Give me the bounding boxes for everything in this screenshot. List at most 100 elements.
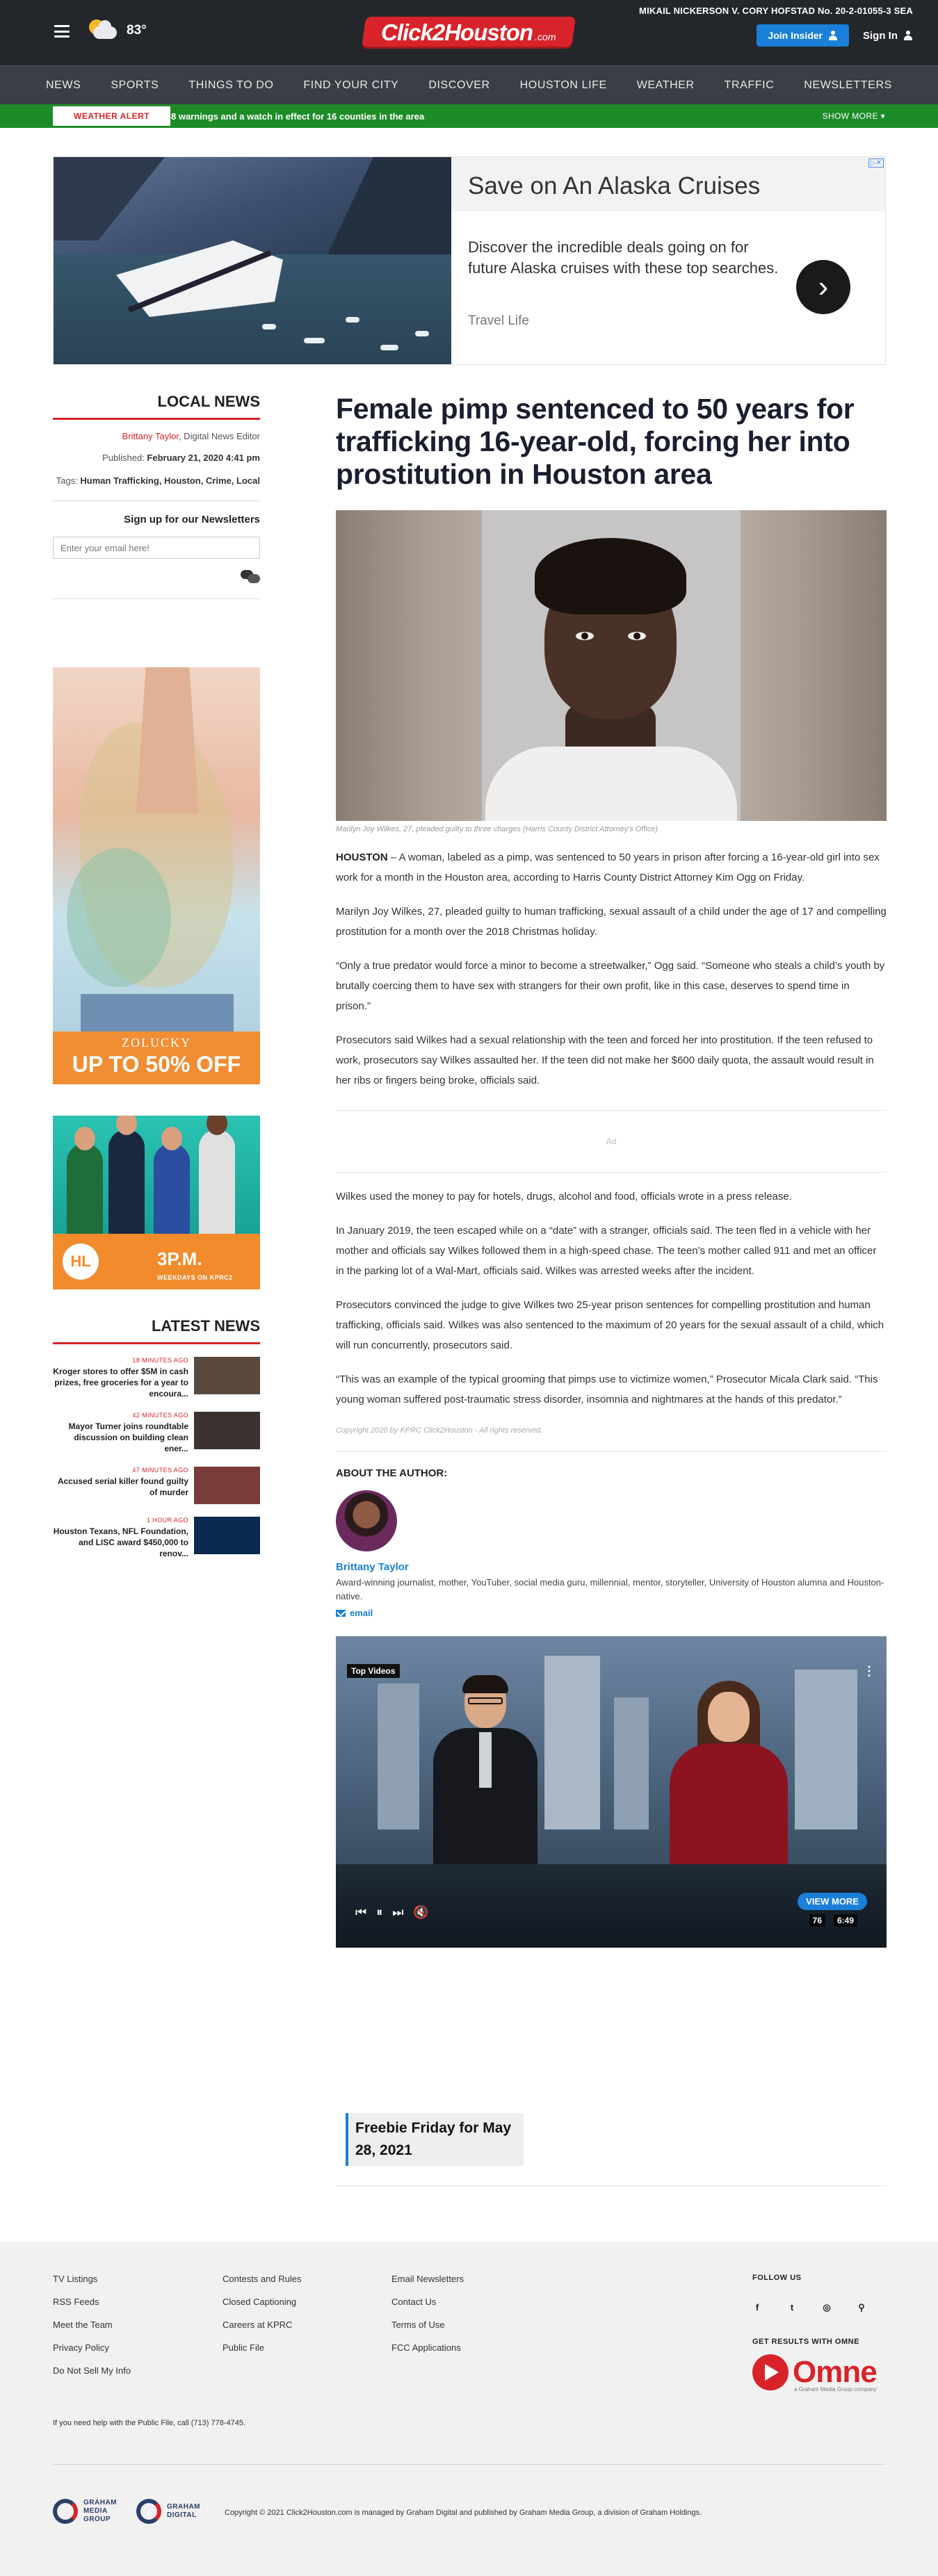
latest-title[interactable]: Kroger stores to offer $5M in cash prize… — [53, 1366, 188, 1399]
latest-time: 18 MINUTES AGO — [132, 1357, 188, 1364]
footer-link[interactable]: Contests and Rules — [223, 2274, 301, 2284]
nav-item-newsletters[interactable]: NEWSLETTERS — [804, 79, 892, 92]
footer-link[interactable]: RSS Feeds — [53, 2297, 131, 2307]
more-options-icon[interactable]: ⋮ — [863, 1664, 875, 1679]
footer-divider — [53, 2464, 886, 2465]
nav-item-find-your-city[interactable]: FIND YOUR CITY — [303, 79, 398, 92]
mail-icon — [336, 1609, 346, 1617]
join-insider-button[interactable]: Join Insider — [757, 24, 849, 47]
author-email-link[interactable]: email — [336, 1608, 887, 1618]
view-more-button[interactable]: VIEW MORE — [798, 1893, 867, 1910]
ad-title[interactable]: Save on An Alaska Cruises — [468, 172, 868, 200]
video-title[interactable]: Freebie Friday for May 28, 2021 — [346, 2113, 524, 2166]
ad-brand-strip: ZOLUCKY UP TO 50% OFF — [53, 1032, 260, 1084]
site-logo[interactable]: Click2Houston .com — [361, 17, 576, 49]
newsletter-signup-label: Sign up for our Newsletters — [124, 514, 260, 525]
latest-time: 47 MINUTES AGO — [132, 1467, 188, 1474]
footer-link[interactable]: Contact Us — [391, 2297, 464, 2307]
top-videos-label: Top Videos — [347, 1664, 400, 1678]
latest-time: 1 HOUR AGO — [146, 1517, 188, 1524]
ad-airtime-sub: WEEKDAYS ON KPRC2 — [157, 1274, 233, 1281]
weather-widget[interactable]: 83° — [86, 18, 147, 43]
latest-thumbnail[interactable] — [194, 1412, 260, 1449]
omne-wordmark: Omne — [793, 2355, 878, 2389]
latest-news-item[interactable]: 42 MINUTES AGO Mayor Turner joins roundt… — [53, 1412, 260, 1454]
breaking-ticker[interactable]: MIKAIL NICKERSON V. CORY HOFSTAD No. 20-… — [639, 6, 913, 16]
facebook-icon[interactable]: f — [752, 2303, 762, 2313]
mugshot-photo[interactable] — [336, 510, 887, 821]
footer-link[interactable]: Privacy Policy — [53, 2342, 131, 2353]
nav-item-discover[interactable]: DISCOVER — [428, 79, 490, 92]
latest-thumbnail[interactable] — [194, 1467, 260, 1504]
ad-arrow-button[interactable]: › — [796, 260, 850, 314]
nav-item-sports[interactable]: SPORTS — [111, 79, 159, 92]
author-name-link[interactable]: Brittany Taylor — [336, 1561, 887, 1573]
latest-news-heading[interactable]: LATEST NEWS — [53, 1317, 260, 1344]
footer-link[interactable]: Terms of Use — [391, 2320, 464, 2330]
show-more-button[interactable]: SHOW MORE ▾ — [823, 111, 885, 121]
author-avatar[interactable] — [336, 1490, 397, 1551]
latest-thumbnail[interactable] — [194, 1357, 260, 1394]
latest-news-item[interactable]: 47 MINUTES AGO Accused serial killer fou… — [53, 1467, 260, 1504]
partly-cloudy-icon — [86, 18, 121, 43]
footer-link[interactable]: Public File — [223, 2342, 301, 2353]
latest-news-item[interactable]: 18 MINUTES AGO Kroger stores to offer $5… — [53, 1357, 260, 1399]
article-copyright: Copyright 2020 by KPRC Click2Houston - A… — [336, 1426, 887, 1452]
instagram-icon[interactable]: ◎ — [822, 2303, 832, 2313]
footer-link[interactable]: Meet the Team — [53, 2320, 131, 2330]
tags-value[interactable]: Human Trafficking, Houston, Crime, Local — [80, 475, 260, 486]
graham-digital-logo[interactable]: GRAHAM DIGITAL — [136, 2499, 209, 2524]
paragraph: “Only a true predator would force a mino… — [336, 960, 885, 1012]
nav-item-weather[interactable]: WEATHER — [637, 79, 695, 92]
latest-title[interactable]: Accused serial killer found guilty of mu… — [53, 1476, 188, 1498]
mute-icon[interactable]: 🔇 — [413, 1905, 428, 1920]
nav-item-houston-life[interactable]: HOUSTON LIFE — [520, 79, 607, 92]
adchoices-icon[interactable]: ▷✕ — [868, 158, 884, 168]
omne-play-icon — [752, 2354, 789, 2390]
nav-item-news[interactable]: NEWS — [46, 79, 81, 92]
newsletter-email-input[interactable] — [53, 537, 260, 559]
video-volume: 76 — [809, 1914, 825, 1927]
footer-link[interactable]: Email Newsletters — [391, 2274, 464, 2284]
graham-media-group-logo[interactable]: GRAHAM MEDIA GROUP — [53, 2499, 125, 2524]
footer-link[interactable]: Careers at KPRC — [223, 2320, 301, 2330]
weather-alert-label: WEATHER ALERT — [53, 106, 171, 126]
sign-in-button[interactable]: Sign In — [863, 30, 913, 42]
latest-thumbnail[interactable] — [194, 1517, 260, 1554]
paragraph-text: – A woman, labeled as a pimp, was senten… — [336, 851, 880, 883]
pause-icon[interactable]: ⏸ — [376, 1905, 382, 1920]
footer-link[interactable]: FCC Applications — [391, 2342, 464, 2353]
article-body: HOUSTON – A woman, labeled as a pimp, wa… — [336, 847, 887, 1410]
section-heading[interactable]: LOCAL NEWS — [53, 393, 260, 420]
rss-icon[interactable]: ⚲ — [857, 2303, 866, 2313]
omne-logo[interactable]: Omne — [752, 2354, 878, 2390]
latest-news-item[interactable]: 1 HOUR AGO Houston Texans, NFL Foundatio… — [53, 1517, 260, 1559]
latest-title[interactable]: Houston Texans, NFL Foundation, and LISC… — [53, 1526, 188, 1559]
footer-link[interactable]: Do Not Sell My Info — [53, 2365, 131, 2376]
omne-tagline: a Graham Media Group company — [794, 2386, 877, 2392]
footer-link[interactable]: Closed Captioning — [223, 2297, 301, 2307]
paragraph: Wilkes used the money to pay for hotels,… — [336, 1191, 792, 1203]
menu-icon[interactable] — [54, 25, 70, 38]
nav-item-traffic[interactable]: TRAFFIC — [725, 79, 775, 92]
footer-links-col-3: Email Newsletters Contact Us Terms of Us… — [391, 2274, 464, 2365]
latest-title[interactable]: Mayor Turner joins roundtable discussion… — [53, 1421, 188, 1454]
twitter-icon[interactable]: t — [787, 2303, 797, 2313]
inline-ad[interactable]: Ad — [336, 1110, 887, 1173]
ad-banner[interactable]: Save on An Alaska Cruises Discover the i… — [53, 156, 886, 365]
previous-icon[interactable]: ⏮ — [355, 1905, 366, 1920]
byline-role: , Digital News Editor — [178, 431, 260, 441]
video-controls: ⏮ ⏸ ⏭ 🔇 — [355, 1905, 429, 1920]
comments-icon[interactable] — [241, 570, 260, 584]
published-label: Published: — [102, 453, 147, 463]
weather-alert-text[interactable]: 8 warnings and a watch in effect for 16 … — [171, 111, 424, 122]
byline-author-link[interactable]: Brittany Taylor — [122, 431, 179, 441]
video-player[interactable]: Top Videos ⋮ ⏮ ⏸ ⏭ 🔇 VIEW MORE 76 6:49 — [336, 1636, 887, 1948]
omne-heading: GET RESULTS WITH OMNE — [752, 2338, 859, 2346]
nav-item-things-to-do[interactable]: THINGS TO DO — [188, 79, 273, 92]
sidebar-ad-fashion[interactable]: ZOLUCKY UP TO 50% OFF — [53, 667, 260, 1084]
footer-link[interactable]: TV Listings — [53, 2274, 131, 2284]
next-icon[interactable]: ⏭ — [392, 1905, 403, 1920]
weather-alert-bar: WEATHER ALERT 8 warnings and a watch in … — [0, 104, 938, 128]
sidebar-ad-houston-life[interactable]: HL 3P.M. WEEKDAYS ON KPRC2 — [53, 1116, 260, 1289]
